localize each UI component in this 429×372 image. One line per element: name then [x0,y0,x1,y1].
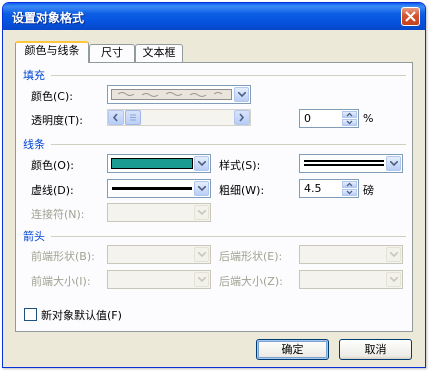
default-checkbox-label[interactable]: 新对象默认值(F) [41,307,122,323]
arrows-group-label: 箭头 [23,230,45,243]
fill-color-dropdown[interactable] [107,85,251,104]
tab-textbox[interactable]: 文本框 [135,44,183,62]
weight-label: 粗细(W): [219,184,265,197]
dash-dropdown[interactable] [107,179,211,198]
chevron-down-icon[interactable] [194,247,209,262]
dash-label: 虚线(D): [31,184,74,197]
scroll-left-button[interactable] [108,110,124,125]
weight-value[interactable]: 4.5 [304,182,322,195]
begin-size-label: 前端大小(I): [31,275,91,288]
cancel-button[interactable]: 取消 [339,339,412,360]
transparency-unit: % [363,112,374,125]
arrows-group-divider [51,236,406,237]
end-size-dropdown[interactable] [299,270,403,289]
fill-texture-swatch [111,89,232,100]
tab-label: 颜色与线条 [24,44,80,57]
spin-down-button[interactable] [342,189,357,196]
spin-up-button[interactable] [342,111,357,118]
chevron-down-icon[interactable] [194,181,209,196]
weight-spinner[interactable]: 4.5 [299,179,359,198]
close-button[interactable] [401,7,420,26]
line-color-dropdown[interactable] [107,154,211,173]
weight-unit: 磅 [363,184,374,197]
line-style-label: 样式(S): [219,159,261,172]
fill-group-divider [51,75,406,76]
chevron-down-icon[interactable] [194,156,209,171]
line-style-dropdown[interactable] [299,154,403,173]
line-style-preview-top [304,160,384,162]
chevron-down-icon[interactable] [234,87,249,102]
line-group-divider [51,144,406,145]
chevron-down-icon[interactable] [386,247,401,262]
chevron-down-icon[interactable] [194,205,209,220]
tab-colors-and-lines[interactable]: 颜色与线条 [15,41,89,63]
end-style-label: 后端形状(E): [219,250,283,263]
transparency-value[interactable]: 0 [304,112,311,125]
title-bar[interactable]: 设置对象格式 [3,3,425,30]
chevron-right-icon [235,113,249,127]
transparency-label: 透明度(T): [31,114,84,127]
transparency-slider[interactable] [107,109,251,126]
line-style-preview-bottom [304,164,384,166]
connector-dropdown[interactable] [107,203,211,222]
chevron-down-icon[interactable] [194,272,209,287]
scroll-right-button[interactable] [234,110,250,125]
begin-style-dropdown[interactable] [107,245,211,264]
ok-button[interactable]: 确定 [256,339,329,360]
spin-down-button[interactable] [342,119,357,126]
line-color-swatch [111,158,193,169]
fill-group-label: 填充 [23,69,45,82]
end-size-label: 后端大小(Z): [219,275,283,288]
line-group-label: 线条 [23,138,45,151]
dash-preview [112,187,192,190]
transparency-spinner[interactable]: 0 [299,109,359,128]
begin-style-label: 前端形状(B): [31,250,95,263]
fill-color-label: 颜色(C): [31,90,73,103]
tab-size[interactable]: 尺寸 [89,44,135,62]
chevron-down-icon[interactable] [386,272,401,287]
transparency-thumb[interactable] [125,110,141,125]
spin-up-button[interactable] [342,181,357,188]
default-checkbox[interactable] [24,308,37,321]
chevron-left-icon [109,113,123,127]
chevron-down-icon[interactable] [386,156,401,171]
tab-label: 文本框 [142,46,176,59]
dialog-title: 设置对象格式 [12,11,85,25]
begin-size-dropdown[interactable] [107,270,211,289]
format-object-dialog: 设置对象格式 颜色与线条 尺寸 文本框 填充 颜色(C): 透明度(T): 0 [2,2,426,368]
connector-label: 连接符(N): [31,208,85,221]
line-color-label: 颜色(O): [31,159,74,172]
end-style-dropdown[interactable] [299,245,403,264]
tab-label: 尺寸 [101,46,123,59]
